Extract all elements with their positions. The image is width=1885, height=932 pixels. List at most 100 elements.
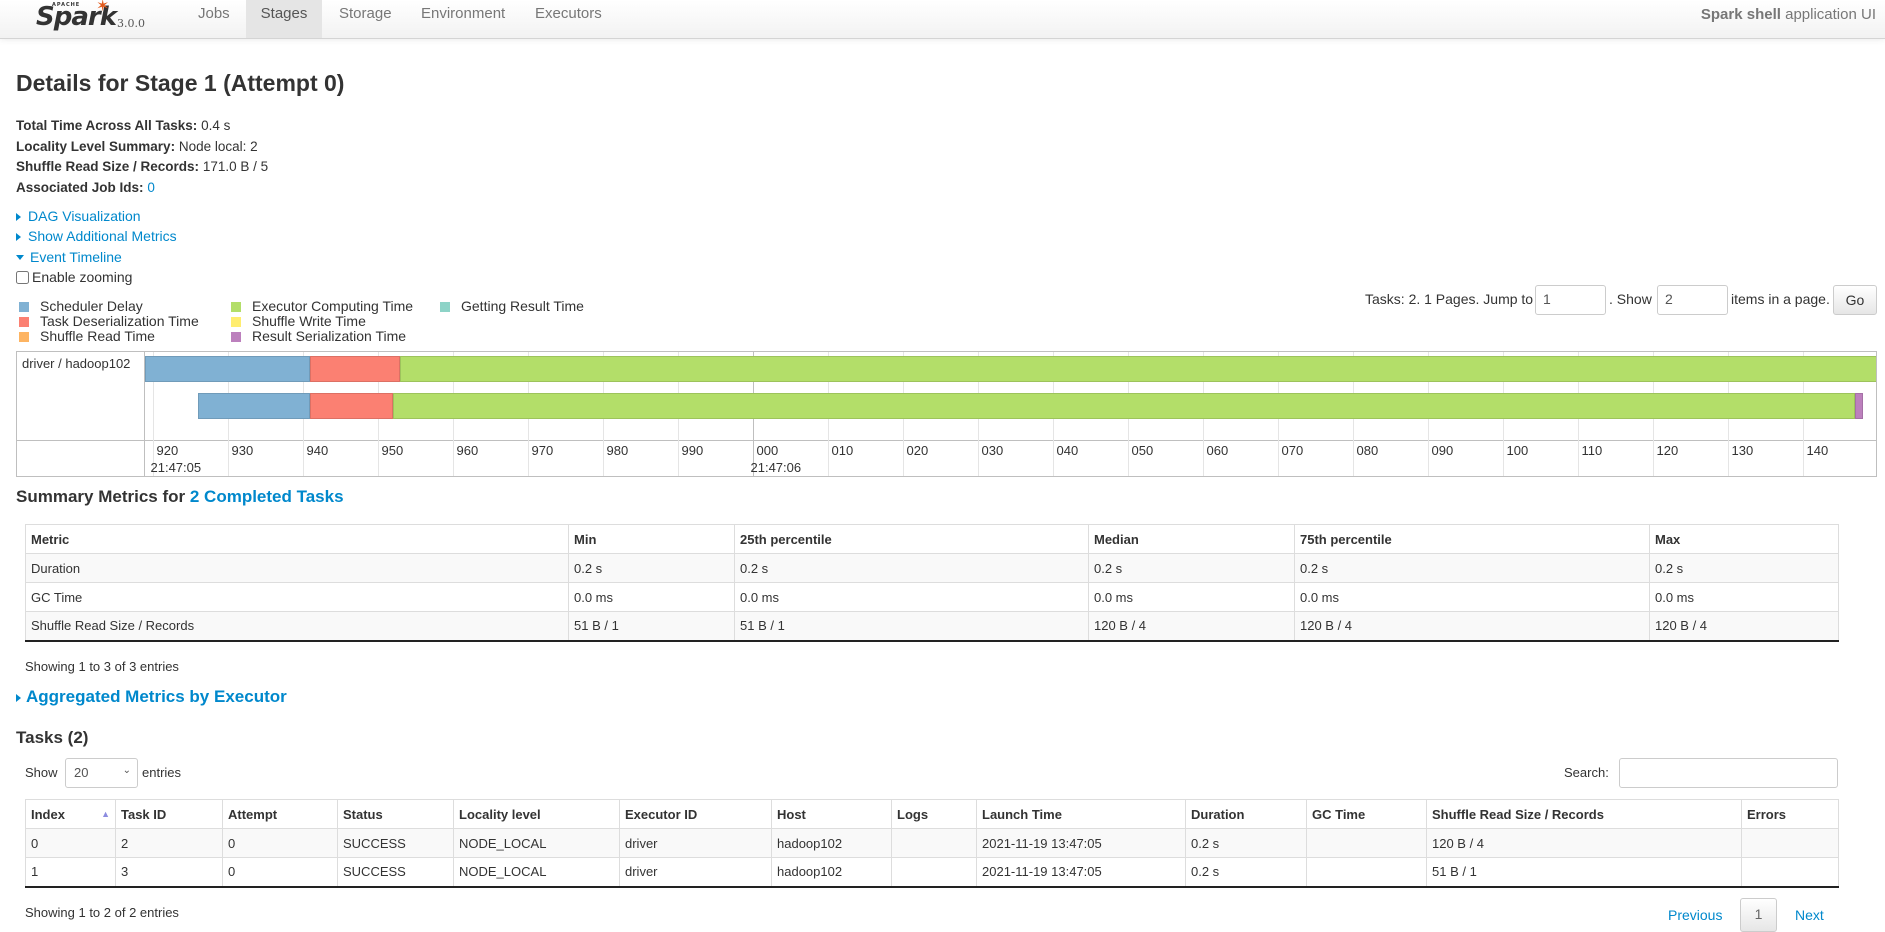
caret-down-icon — [16, 254, 24, 260]
event-timeline-toggle[interactable]: Event Timeline — [16, 249, 122, 265]
info-job-ids: Associated Job Ids: 0 — [16, 179, 155, 195]
task-cell: NODE_LOCAL — [453, 828, 620, 858]
task-header[interactable]: Task ID — [115, 799, 223, 829]
timeline-tick-label: 030 — [981, 443, 1004, 458]
task-cell — [1741, 857, 1839, 888]
summary-cell: 0.0 ms — [1649, 582, 1839, 612]
task-header[interactable]: Errors — [1741, 799, 1839, 829]
summary-header[interactable]: 75th percentile — [1294, 524, 1650, 554]
enable-zooming-checkbox[interactable] — [16, 270, 29, 284]
timeline-tick-label: 050 — [1131, 443, 1154, 458]
task-cell: driver — [619, 828, 772, 858]
task-bar-segment[interactable] — [310, 393, 393, 419]
task-cell: hadoop102 — [771, 857, 892, 888]
top-navbar: APACHE Spark ✶ 3.0.0 Jobs Stages Storage… — [0, 0, 1885, 39]
legend-label: Result Serialization Time — [252, 328, 407, 344]
timeline-tick-label: 070 — [1281, 443, 1304, 458]
timeline-tick-label: 920 — [156, 443, 179, 458]
timeline-tick-label: 040 — [1056, 443, 1079, 458]
aggregated-metrics-toggle[interactable]: Aggregated Metrics by Executor — [16, 687, 287, 707]
summary-cell: 0.0 ms — [1088, 582, 1295, 612]
entries-label: entries — [142, 765, 182, 780]
timeline-tick-label: 970 — [531, 443, 554, 458]
tasks-table: Index ▲ Task ID Attempt Status Locality level… — [25, 799, 1839, 888]
go-button[interactable]: Go — [1833, 285, 1877, 315]
search-input[interactable] — [1619, 758, 1838, 788]
toggles: DAG Visualization Show Additional Metric… — [16, 206, 177, 287]
summary-cell: 0.2 s — [568, 553, 735, 583]
additional-metrics-toggle[interactable]: Show Additional Metrics — [16, 228, 177, 244]
task-header[interactable]: GC Time — [1306, 799, 1427, 829]
task-cell: SUCCESS — [337, 857, 454, 888]
next-page-link[interactable]: Next — [1795, 907, 1824, 923]
task-bar-segment[interactable] — [145, 356, 310, 382]
app-title: Spark shell application UI — [1701, 6, 1876, 23]
sort-ascending-icon[interactable]: ▲ — [101, 809, 110, 819]
task-header[interactable]: Attempt — [222, 799, 338, 829]
task-cell: hadoop102 — [771, 828, 892, 858]
task-cell — [891, 857, 977, 888]
completed-tasks-link[interactable]: 2 Completed Tasks — [190, 487, 344, 506]
task-bar-segment[interactable] — [392, 393, 1855, 419]
timeline-tick-label: 120 — [1656, 443, 1679, 458]
timeline-tick-label: 110 — [1581, 443, 1603, 458]
paging-prefix: Tasks: 2. 1 Pages. Jump to — [1365, 291, 1534, 307]
summary-row: GC Time 0.0 ms 0.0 ms 0.0 ms 0.0 ms 0.0 ms — [25, 582, 1839, 612]
summary-cell: 0.2 s — [1649, 553, 1839, 583]
tab-stages[interactable]: Stages — [246, 0, 322, 38]
timeline-second-label: 21:47:06 — [750, 460, 802, 475]
task-header[interactable]: Launch Time — [976, 799, 1186, 829]
summary-showing: Showing 1 to 3 of 3 entries — [25, 659, 179, 674]
task-header[interactable]: Locality level — [453, 799, 620, 829]
spark-star-icon: ✶ — [96, 0, 110, 15]
page-title: Details for Stage 1 (Attempt 0) — [16, 70, 345, 96]
timeline-plot: 920 930 940 950 960 970 980 990 000 010 020 030 040 0… — [17, 352, 1876, 476]
dag-visualization-toggle[interactable]: DAG Visualization — [16, 208, 141, 224]
task-row: 1 3 0 SUCCESS NODE_LOCAL driver hadoop102 2021-… — [25, 857, 1839, 888]
summary-header[interactable]: Metric — [25, 524, 569, 554]
job-id-link[interactable]: 0 — [147, 180, 155, 195]
page-jump-input[interactable]: 1 — [1535, 285, 1606, 315]
legend-label: Shuffle Write Time — [252, 313, 366, 329]
tab-environment[interactable]: Environment — [406, 0, 520, 38]
summary-header[interactable]: Median — [1088, 524, 1295, 554]
summary-header[interactable]: Min — [568, 524, 735, 554]
current-page-button[interactable]: 1 — [1740, 898, 1777, 932]
task-header[interactable]: Shuffle Read Size / Records — [1426, 799, 1742, 829]
legend-swatch — [231, 317, 241, 327]
task-bar-segment[interactable] — [197, 393, 310, 419]
timeline-tick-label: 020 — [906, 443, 929, 458]
tab-executors[interactable]: Executors — [520, 0, 617, 38]
task-cell — [1741, 828, 1839, 858]
event-timeline[interactable]: driver / hadoop102 920 930 940 950 960 970 980… — [16, 351, 1877, 477]
summary-cell: 0.0 ms — [1294, 582, 1650, 612]
tab-storage[interactable]: Storage — [324, 0, 407, 38]
task-cell: 0 — [25, 828, 116, 858]
timeline-second-label: 21:47:05 — [150, 460, 202, 475]
task-cell: 2 — [115, 828, 223, 858]
task-header[interactable]: Executor ID — [619, 799, 772, 829]
paging-show-label: . Show — [1609, 291, 1652, 307]
task-bar-segment[interactable] — [1855, 393, 1863, 419]
task-bar-segment[interactable] — [400, 356, 1876, 382]
task-header[interactable]: Duration — [1185, 799, 1307, 829]
task-cell: SUCCESS — [337, 828, 454, 858]
paging-suffix: items in a page. — [1731, 291, 1830, 307]
task-header[interactable]: Index ▲ — [25, 799, 116, 829]
task-cell: 2021-11-19 13:47:05 — [976, 828, 1186, 858]
chevron-down-icon: ⌄ — [122, 765, 131, 776]
summary-header[interactable]: Max — [1649, 524, 1839, 554]
page-size-input[interactable]: 2 — [1657, 285, 1728, 315]
previous-page-link[interactable]: Previous — [1668, 907, 1722, 923]
task-bar-segment[interactable] — [310, 356, 400, 382]
task-header[interactable]: Logs — [891, 799, 977, 829]
task-header[interactable]: Host — [771, 799, 892, 829]
entries-select[interactable]: 20 ⌄ — [65, 758, 138, 788]
task-cell: 51 B / 1 — [1426, 857, 1742, 888]
info-total-time: Total Time Across All Tasks: 0.4 s — [16, 118, 231, 133]
task-cell: NODE_LOCAL — [453, 857, 620, 888]
summary-cell: 0.2 s — [1088, 553, 1295, 583]
tab-jobs[interactable]: Jobs — [183, 0, 245, 38]
task-header[interactable]: Status — [337, 799, 454, 829]
summary-header[interactable]: 25th percentile — [734, 524, 1089, 554]
